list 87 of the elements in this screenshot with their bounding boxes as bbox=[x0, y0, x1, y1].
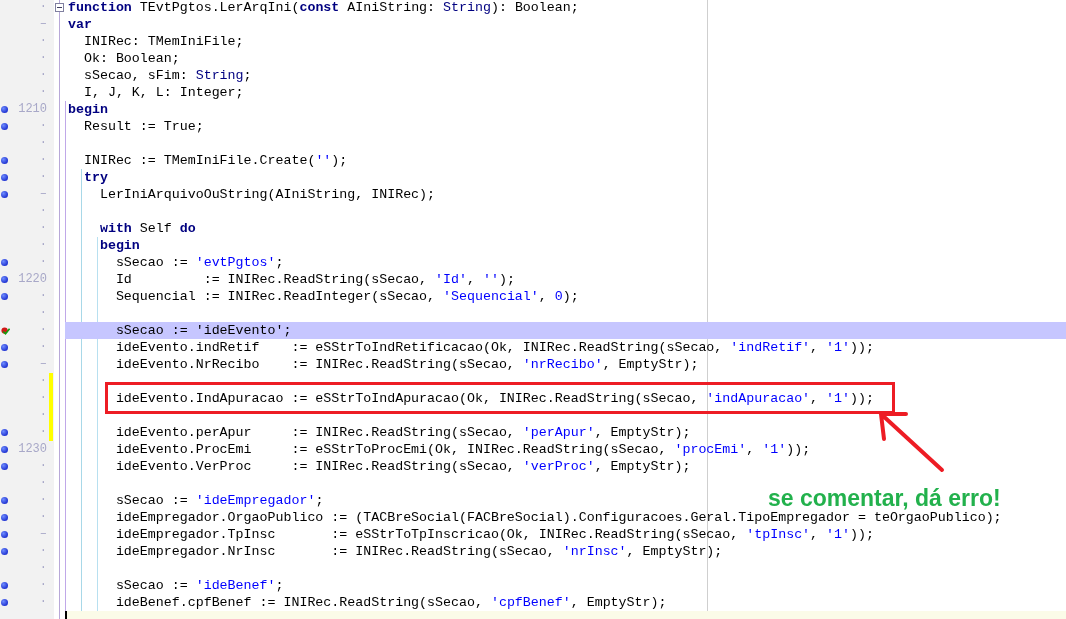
line-number: · bbox=[39, 475, 47, 492]
breakpoint-icon[interactable] bbox=[1, 293, 8, 300]
line-number: · bbox=[39, 50, 47, 67]
code-line: ideEmpregador.OrgaoPublico := (TACBreSocial(FACBreSocial).Configuracoes.Geral.TipoEmpregador = teOrgaoPublico); bbox=[114, 510, 1002, 525]
code-line: ideBenef.cpfBenef := INIRec.ReadString(sSecao, 'cpfBenef', EmptyStr); bbox=[114, 595, 667, 610]
code-line: ideEvento.perApur := INIRec.ReadString(sSecao, 'perApur', EmptyStr); bbox=[114, 425, 691, 440]
line-number: · bbox=[39, 118, 47, 135]
code-line: sSecao := 'evtPgtos'; bbox=[114, 255, 284, 270]
fold-collapse-icon[interactable] bbox=[55, 3, 64, 12]
code-line: sSecao := 'ideEmpregador'; bbox=[114, 493, 324, 508]
code-line: ideEvento.VerProc := INIRec.ReadString(sSecao, 'verProc', EmptyStr); bbox=[114, 459, 691, 474]
code-line: ideEvento.indRetif := eSStrToIndRetificacao(Ok, INIRec.ReadString(sSecao, 'indRetif', '1')); bbox=[114, 340, 874, 355]
line-number: · bbox=[39, 84, 47, 101]
line-number: 1220 bbox=[18, 271, 47, 288]
line-number: · bbox=[39, 237, 47, 254]
code-line: begin bbox=[68, 102, 108, 117]
line-number: · bbox=[39, 33, 47, 50]
line-number: · bbox=[39, 220, 47, 237]
breakpoint-icon[interactable] bbox=[1, 446, 8, 453]
line-number: · bbox=[39, 543, 47, 560]
breakpoint-icon[interactable] bbox=[1, 276, 8, 283]
line-number: – bbox=[39, 186, 47, 203]
breakpoint-icon[interactable] bbox=[1, 174, 8, 181]
code-line: try bbox=[82, 170, 108, 185]
line-number: · bbox=[39, 152, 47, 169]
breakpoint-check-icon[interactable] bbox=[1, 325, 10, 336]
code-line: I, J, K, L: Integer; bbox=[82, 85, 244, 100]
line-number: · bbox=[39, 373, 47, 390]
code-line: Ok: Boolean; bbox=[82, 51, 180, 66]
code-line: LerIniArquivoOuString(AIniString, INIRec); bbox=[98, 187, 436, 202]
breakpoint-icon[interactable] bbox=[1, 106, 8, 113]
line-number: · bbox=[39, 509, 47, 526]
line-number: · bbox=[39, 0, 47, 16]
code-line: with Self do bbox=[98, 221, 196, 236]
line-number: · bbox=[39, 339, 47, 356]
breakpoint-icon[interactable] bbox=[1, 514, 8, 521]
code-line: sSecao := 'ideBenef'; bbox=[114, 578, 284, 593]
line-number: · bbox=[39, 67, 47, 84]
line-number: · bbox=[39, 390, 47, 407]
line-number: · bbox=[39, 407, 47, 424]
code-line: ideEvento.ProcEmi := eSStrToProcEmi(Ok, INIRec.ReadString(sSecao, 'procEmi', '1')); bbox=[114, 442, 811, 457]
line-number: 1230 bbox=[18, 441, 47, 458]
line-number: 1210 bbox=[18, 101, 47, 118]
line-number: · bbox=[39, 322, 47, 339]
code-line: INIRec: TMemIniFile; bbox=[82, 34, 244, 49]
code-line: Result := True; bbox=[82, 119, 204, 134]
code-line: INIRec := TMemIniFile.Create(''); bbox=[82, 153, 348, 168]
code-line: sSecao, sFim: String; bbox=[82, 68, 252, 83]
code-line: ideEvento.IndApuracao := eSStrToIndApuracao(Ok, INIRec.ReadString(sSecao, 'indApuracao', '1')); bbox=[114, 391, 874, 406]
line-number: · bbox=[39, 135, 47, 152]
line-number: · bbox=[39, 305, 47, 322]
line-number: · bbox=[39, 254, 47, 271]
line-number: · bbox=[39, 560, 47, 577]
breakpoint-icon[interactable] bbox=[1, 361, 8, 368]
code-line: ideEmpregador.NrInsc := INIRec.ReadString(sSecao, 'nrInsc', EmptyStr); bbox=[114, 544, 723, 559]
line-number: – bbox=[39, 16, 47, 33]
code-line: var bbox=[68, 17, 92, 32]
code-line: sSecao := 'ideEvento'; bbox=[114, 323, 292, 338]
breakpoint-icon[interactable] bbox=[1, 157, 8, 164]
breakpoint-icon[interactable] bbox=[1, 548, 8, 555]
line-number: · bbox=[39, 203, 47, 220]
code-line: function TEvtPgtos.LerArqIni(const AIniString: String): Boolean; bbox=[68, 0, 579, 15]
code-line: Sequencial := INIRec.ReadInteger(sSecao, 'Sequencial', 0); bbox=[114, 289, 579, 304]
line-number: · bbox=[39, 594, 47, 611]
breakpoint-icon[interactable] bbox=[1, 429, 8, 436]
line-number: · bbox=[39, 288, 47, 305]
line-number: · bbox=[39, 577, 47, 594]
line-number: · bbox=[39, 492, 47, 509]
line-number: · bbox=[39, 458, 47, 475]
breakpoint-icon[interactable] bbox=[1, 191, 8, 198]
breakpoint-icon[interactable] bbox=[1, 582, 8, 589]
breakpoint-icon[interactable] bbox=[1, 599, 8, 606]
code-line: ideEmpregador.TpInsc := eSStrToTpInscricao(Ok, INIRec.ReadString(sSecao, 'tpInsc', '1')); bbox=[114, 527, 874, 542]
line-number: – bbox=[39, 356, 47, 373]
breakpoint-icon[interactable] bbox=[1, 497, 8, 504]
breakpoint-icon[interactable] bbox=[1, 463, 8, 470]
annotation-note: se comentar, dá erro! bbox=[768, 484, 1001, 512]
code-line: ideEvento.NrRecibo := INIRec.ReadString(sSecao, 'nrRecibo', EmptyStr); bbox=[114, 357, 699, 372]
breakpoint-icon[interactable] bbox=[1, 123, 8, 130]
line-number: – bbox=[39, 526, 47, 543]
line-number: · bbox=[39, 169, 47, 186]
line-number: · bbox=[39, 424, 47, 441]
code-line: begin bbox=[98, 238, 140, 253]
code-line: Id := INIRec.ReadString(sSecao, 'Id', ''); bbox=[114, 272, 515, 287]
breakpoint-icon[interactable] bbox=[1, 259, 8, 266]
breakpoint-icon[interactable] bbox=[1, 531, 8, 538]
breakpoint-icon[interactable] bbox=[1, 344, 8, 351]
